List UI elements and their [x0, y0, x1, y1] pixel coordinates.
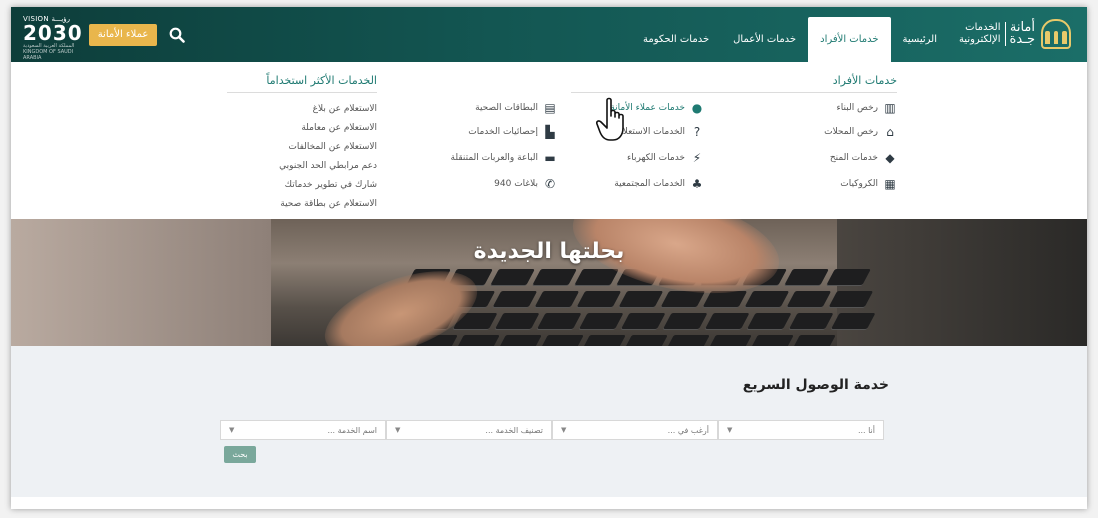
cart-icon: ▬ [544, 151, 556, 165]
select-service-category[interactable]: تصنيف الخدمة ... ▼ [386, 420, 552, 440]
menu-mobile-vendors[interactable]: ▬ الباعة والعربات المتنقلة [451, 152, 557, 164]
menu-item-label: بلاغات 940 [494, 179, 538, 189]
select-placeholder: تصنيف الخدمة ... [485, 426, 543, 435]
chevron-down-icon: ▼ [395, 426, 401, 434]
menu-item-label: الخدمات المجتمعية [614, 179, 685, 189]
menu-shop-licenses[interactable]: ⌂ رخص المحلات [824, 126, 897, 138]
menu-community-services[interactable]: ♣ الخدمات المجتمعية [614, 178, 704, 190]
menu-grants-services[interactable]: ◆ خدمات المنح [830, 152, 897, 164]
vision-2030-logo: VISION رؤيـــة 2030 المملكة العربية السع… [23, 15, 83, 61]
menu-item-label: البطاقات الصحية [475, 103, 538, 113]
select-i-want[interactable]: أرغب في ... ▼ [552, 420, 718, 440]
map-pin-icon: ◆ [885, 151, 895, 165]
chart-icon: ▙ [545, 125, 555, 139]
user-icon: ● [691, 101, 703, 115]
menu-item-label: الباعة والعربات المتنقلة [450, 153, 538, 163]
chevron-down-icon: ▼ [561, 426, 567, 434]
electricity-icon: ⚡ [692, 151, 702, 165]
popular-link[interactable]: دعم مرابطي الحد الجنوبي [279, 161, 377, 171]
top-navigation-bar: أمانة جـدةالخدمات الإلكترونية الرئيسية خدم… [11, 7, 1087, 62]
menu-health-cards[interactable]: ▤ البطاقات الصحية [475, 102, 557, 114]
main-nav: الرئيسية خدمات الأفراد خدمات الأعمال خدم… [631, 17, 949, 62]
vision-number: 2030 [23, 21, 83, 45]
chevron-down-icon: ▼ [229, 426, 235, 434]
id-card-icon: ▤ [544, 101, 556, 115]
amanah-clients-button[interactable]: عملاء الأمانة [89, 24, 157, 46]
hero-banner: بحلتها الجديدة [11, 219, 1087, 346]
vision-subtitle: المملكة العربية السعودية KINGDOM OF SAUD… [23, 43, 75, 61]
menu-940-reports[interactable]: ✆ بلاغات 940 [494, 178, 557, 190]
amanah-logo[interactable]: أمانة جـدةالخدمات الإلكترونية [959, 19, 1071, 49]
phone-icon: ✆ [544, 177, 556, 191]
popular-link[interactable]: الاستعلام عن بلاغ [313, 104, 377, 114]
popular-services-title: الخدمات الأكثر استخداماً [266, 74, 377, 87]
chevron-down-icon: ▼ [727, 426, 733, 434]
question-icon: ? [693, 125, 701, 139]
logo-line2: جـدة [1009, 32, 1035, 47]
building-icon: ▥ [884, 101, 896, 115]
select-placeholder: اسم الخدمة ... [327, 426, 377, 435]
menu-services-statistics[interactable]: ▙ إحصائيات الخدمات [468, 126, 557, 138]
menu-electricity-services[interactable]: ⚡ خدمات الكهرباء [627, 152, 704, 164]
quick-access-title: خدمة الوصول السريع [742, 377, 889, 393]
hand-pointer-cursor-icon [596, 97, 624, 141]
popular-link[interactable]: الاستعلام عن معاملة [301, 123, 377, 133]
nav-home[interactable]: الرئيسية [891, 17, 949, 62]
quick-access-section: خدمة الوصول السريع أنا ... ▼ أرغب في ...… [11, 346, 1087, 497]
nav-government-services[interactable]: خدمات الحكومة [631, 17, 721, 62]
popular-link[interactable]: الاستعلام عن بطاقة صحية [280, 199, 377, 209]
plant-icon: ♣ [691, 177, 703, 191]
mega-menu: خدمات الأفراد الخدمات الأكثر استخداماً ▥… [11, 62, 1087, 219]
menu-item-label: رخص البناء [836, 103, 878, 113]
select-placeholder: أنا ... [857, 426, 875, 435]
menu-item-label: إحصائيات الخدمات [468, 127, 538, 137]
select-i-am[interactable]: أنا ... ▼ [718, 420, 884, 440]
nav-individual-services[interactable]: خدمات الأفراد [808, 17, 891, 62]
hero-title: بحلتها الجديدة [473, 239, 625, 264]
logo-mark-icon [1041, 19, 1071, 49]
search-button[interactable]: بحث [224, 446, 256, 463]
logo-line4: الإلكترونية [958, 34, 1001, 45]
shop-icon: ⌂ [886, 125, 894, 139]
menu-item-label: الكروكيات [840, 179, 878, 189]
select-placeholder: أرغب في ... [667, 426, 709, 435]
menu-sketches[interactable]: ▦ الكروكيات [840, 178, 897, 190]
popular-link[interactable]: الاستعلام عن المخالفات [288, 142, 377, 152]
popular-link[interactable]: شارك في تطوير خدماتك [285, 180, 377, 190]
select-service-name[interactable]: اسم الخدمة ... ▼ [220, 420, 386, 440]
individual-services-title: خدمات الأفراد [832, 74, 897, 87]
logo-line3: الخدمات [965, 22, 1001, 33]
menu-item-label: خدمات الكهرباء [627, 153, 685, 163]
logo-text: أمانة جـدةالخدمات الإلكترونية [958, 21, 1035, 47]
menu-building-permits[interactable]: ▥ رخص البناء [837, 102, 897, 114]
menu-item-label: خدمات المنح [829, 153, 878, 163]
browser-frame: أمانة جـدةالخدمات الإلكترونية الرئيسية خدم… [11, 7, 1087, 509]
nav-business-services[interactable]: خدمات الأعمال [721, 17, 808, 62]
search-icon[interactable] [169, 27, 185, 43]
map-icon: ▦ [884, 177, 896, 191]
menu-item-label: رخص المحلات [824, 127, 878, 137]
